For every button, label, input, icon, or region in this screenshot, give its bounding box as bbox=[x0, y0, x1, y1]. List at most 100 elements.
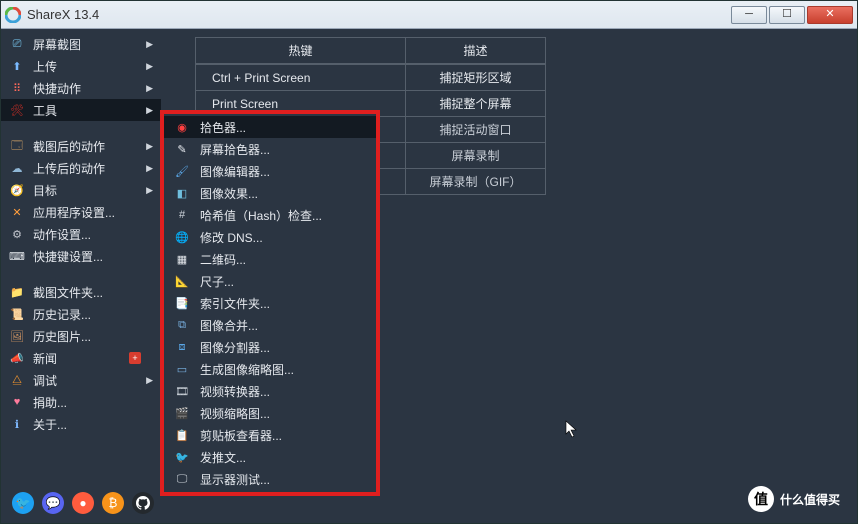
watermark-text: 什么值得买 bbox=[780, 491, 840, 508]
sidebar-item[interactable]: ☁ 上传后的动作 ▶ bbox=[1, 157, 161, 179]
submenu-item[interactable]: ▭ 生成图像缩略图... bbox=[164, 358, 376, 380]
sidebar-item[interactable]: 🖼 历史图片... bbox=[1, 325, 161, 347]
chevron-right-icon: ▶ bbox=[146, 105, 153, 116]
social-icon[interactable]: 🐦 bbox=[12, 492, 34, 514]
table-row[interactable]: Ctrl + Print Screen 捕捉矩形区域 bbox=[196, 64, 546, 91]
social-icon[interactable]: 💬 bbox=[42, 492, 64, 514]
sidebar-item-icon: 📜 bbox=[9, 307, 25, 321]
sidebar-item[interactable]: ℹ 关于... bbox=[1, 413, 161, 435]
submenu-item-label: 索引文件夹... bbox=[200, 295, 270, 312]
submenu-item-label: 图像效果... bbox=[200, 185, 258, 202]
submenu-item[interactable]: ⧈ 图像分割器... bbox=[164, 336, 376, 358]
submenu-item[interactable]: ◉ 拾色器... bbox=[164, 116, 376, 138]
submenu-item[interactable]: 📐 尺子... bbox=[164, 270, 376, 292]
sidebar-item-icon: ✕ bbox=[9, 205, 25, 219]
titlebar[interactable]: ShareX 13.4 ─ ☐ ✕ bbox=[1, 1, 857, 29]
header-hotkey[interactable]: 热键 bbox=[196, 38, 406, 65]
sidebar-item[interactable]: ⠿ 快捷动作 ▶ bbox=[1, 77, 161, 99]
submenu-item[interactable]: 🖌 图像编辑器... bbox=[164, 160, 376, 182]
sidebar-item[interactable]: ✕ 应用程序设置... bbox=[1, 201, 161, 223]
submenu-item-label: 二维码... bbox=[200, 251, 246, 268]
submenu-item[interactable]: 🎬 视频缩略图... bbox=[164, 402, 376, 424]
submenu-item-label: 视频转换器... bbox=[200, 383, 270, 400]
sidebar-item[interactable]: ⧋ 调试 ▶ bbox=[1, 369, 161, 391]
submenu-item[interactable]: 📑 索引文件夹... bbox=[164, 292, 376, 314]
submenu-item-icon: 📐 bbox=[174, 274, 190, 288]
submenu-item[interactable]: ▦ 二维码... bbox=[164, 248, 376, 270]
sidebar-item[interactable]: ⬆ 上传 ▶ bbox=[1, 55, 161, 77]
cell-desc: 屏幕录制（GIF） bbox=[406, 169, 546, 195]
submenu-item-label: 尺子... bbox=[200, 273, 234, 290]
chevron-right-icon: ▶ bbox=[146, 163, 153, 174]
submenu-item[interactable]: ◧ 图像效果... bbox=[164, 182, 376, 204]
sidebar-item-icon: ℹ bbox=[9, 417, 25, 431]
sidebar-item[interactable]: 🛠 工具 ▶ bbox=[1, 99, 161, 121]
sidebar-item[interactable]: 📣 新闻 + bbox=[1, 347, 161, 369]
sidebar-item-label: 动作设置... bbox=[33, 226, 153, 243]
sidebar-item[interactable]: 📜 历史记录... bbox=[1, 303, 161, 325]
sidebar-item-icon: 🗔 bbox=[9, 139, 25, 153]
sidebar-item[interactable]: 🗔 截图后的动作 ▶ bbox=[1, 135, 161, 157]
submenu-item-icon: # bbox=[174, 208, 190, 222]
app-logo-icon bbox=[5, 7, 21, 23]
submenu-item[interactable]: 📋 剪贴板查看器... bbox=[164, 424, 376, 446]
social-icon[interactable] bbox=[132, 492, 154, 514]
submenu-item-icon: ⧉ bbox=[174, 318, 190, 332]
sidebar-item-icon: ⬆ bbox=[9, 59, 25, 73]
sidebar-item-label: 应用程序设置... bbox=[33, 204, 153, 221]
sidebar-item-icon: ⎚ bbox=[9, 37, 25, 51]
submenu-item-label: 显示器测试... bbox=[200, 471, 270, 488]
sidebar-item-icon: ⧋ bbox=[9, 373, 25, 387]
sidebar-item[interactable]: ⌨ 快捷键设置... bbox=[1, 245, 161, 267]
submenu-item[interactable]: ✎ 屏幕拾色器... bbox=[164, 138, 376, 160]
submenu-item-icon: 🎞 bbox=[174, 384, 190, 398]
content-area: ⎚ 屏幕截图 ▶⬆ 上传 ▶⠿ 快捷动作 ▶🛠 工具 ▶🗔 截图后的动作 ▶☁ … bbox=[1, 29, 857, 523]
sidebar-badge: + bbox=[129, 352, 141, 364]
submenu-item-icon: 🌐 bbox=[174, 230, 190, 244]
cell-desc: 捕捉活动窗口 bbox=[406, 117, 546, 143]
maximize-button[interactable]: ☐ bbox=[769, 6, 805, 24]
submenu-item[interactable]: 🐦 发推文... bbox=[164, 446, 376, 468]
sidebar-item-label: 目标 bbox=[33, 182, 146, 199]
cell-desc: 捕捉矩形区域 bbox=[406, 64, 546, 91]
sidebar-item-label: 快捷键设置... bbox=[33, 248, 153, 265]
submenu-item[interactable]: # 哈希值（Hash）检查... bbox=[164, 204, 376, 226]
chevron-right-icon: ▶ bbox=[146, 61, 153, 72]
submenu-item-icon: ⧈ bbox=[174, 340, 190, 354]
cell-desc: 捕捉整个屏幕 bbox=[406, 91, 546, 117]
submenu-item-icon: ✎ bbox=[174, 142, 190, 156]
sidebar-item[interactable]: ♥ 捐助... bbox=[1, 391, 161, 413]
sidebar-item-label: 捐助... bbox=[33, 394, 153, 411]
submenu-item[interactable]: 🌐 修改 DNS... bbox=[164, 226, 376, 248]
sidebar-item[interactable]: ⚙ 动作设置... bbox=[1, 223, 161, 245]
watermark: 值 什么值得买 bbox=[748, 486, 840, 512]
social-icon[interactable]: ● bbox=[72, 492, 94, 514]
minimize-button[interactable]: ─ bbox=[731, 6, 767, 24]
app-title: ShareX 13.4 bbox=[27, 7, 99, 22]
chevron-right-icon: ▶ bbox=[146, 185, 153, 196]
social-icon[interactable]: ₿ bbox=[102, 492, 124, 514]
sidebar-item-label: 截图文件夹... bbox=[33, 284, 153, 301]
submenu-item[interactable]: 🎞 视频转换器... bbox=[164, 380, 376, 402]
cell-hotkey: Ctrl + Print Screen bbox=[196, 64, 406, 91]
submenu-item[interactable]: ⧉ 图像合并... bbox=[164, 314, 376, 336]
header-desc[interactable]: 描述 bbox=[406, 38, 546, 65]
submenu-item-label: 图像合并... bbox=[200, 317, 258, 334]
sidebar-item-label: 截图后的动作 bbox=[33, 138, 146, 155]
tools-submenu: ◉ 拾色器...✎ 屏幕拾色器...🖌 图像编辑器...◧ 图像效果...# 哈… bbox=[160, 110, 380, 496]
sidebar-item-icon: 📣 bbox=[9, 351, 25, 365]
sidebar-item-icon: 🧭 bbox=[9, 183, 25, 197]
footer-social: 🐦 💬 ● ₿ bbox=[12, 492, 154, 514]
submenu-item-icon: 📑 bbox=[174, 296, 190, 310]
sidebar-item-label: 上传后的动作 bbox=[33, 160, 146, 177]
sidebar-item[interactable]: 🧭 目标 ▶ bbox=[1, 179, 161, 201]
submenu-item[interactable]: 🖵 显示器测试... bbox=[164, 468, 376, 490]
sidebar-item[interactable]: 📁 截图文件夹... bbox=[1, 281, 161, 303]
submenu-item-icon: 🖌 bbox=[174, 164, 190, 178]
close-button[interactable]: ✕ bbox=[807, 6, 853, 24]
sidebar-item-label: 关于... bbox=[33, 416, 153, 433]
submenu-item-icon: ◧ bbox=[174, 186, 190, 200]
sidebar-item[interactable]: ⎚ 屏幕截图 ▶ bbox=[1, 33, 161, 55]
submenu-item-icon: ▦ bbox=[174, 252, 190, 266]
sidebar: ⎚ 屏幕截图 ▶⬆ 上传 ▶⠿ 快捷动作 ▶🛠 工具 ▶🗔 截图后的动作 ▶☁ … bbox=[1, 29, 161, 523]
